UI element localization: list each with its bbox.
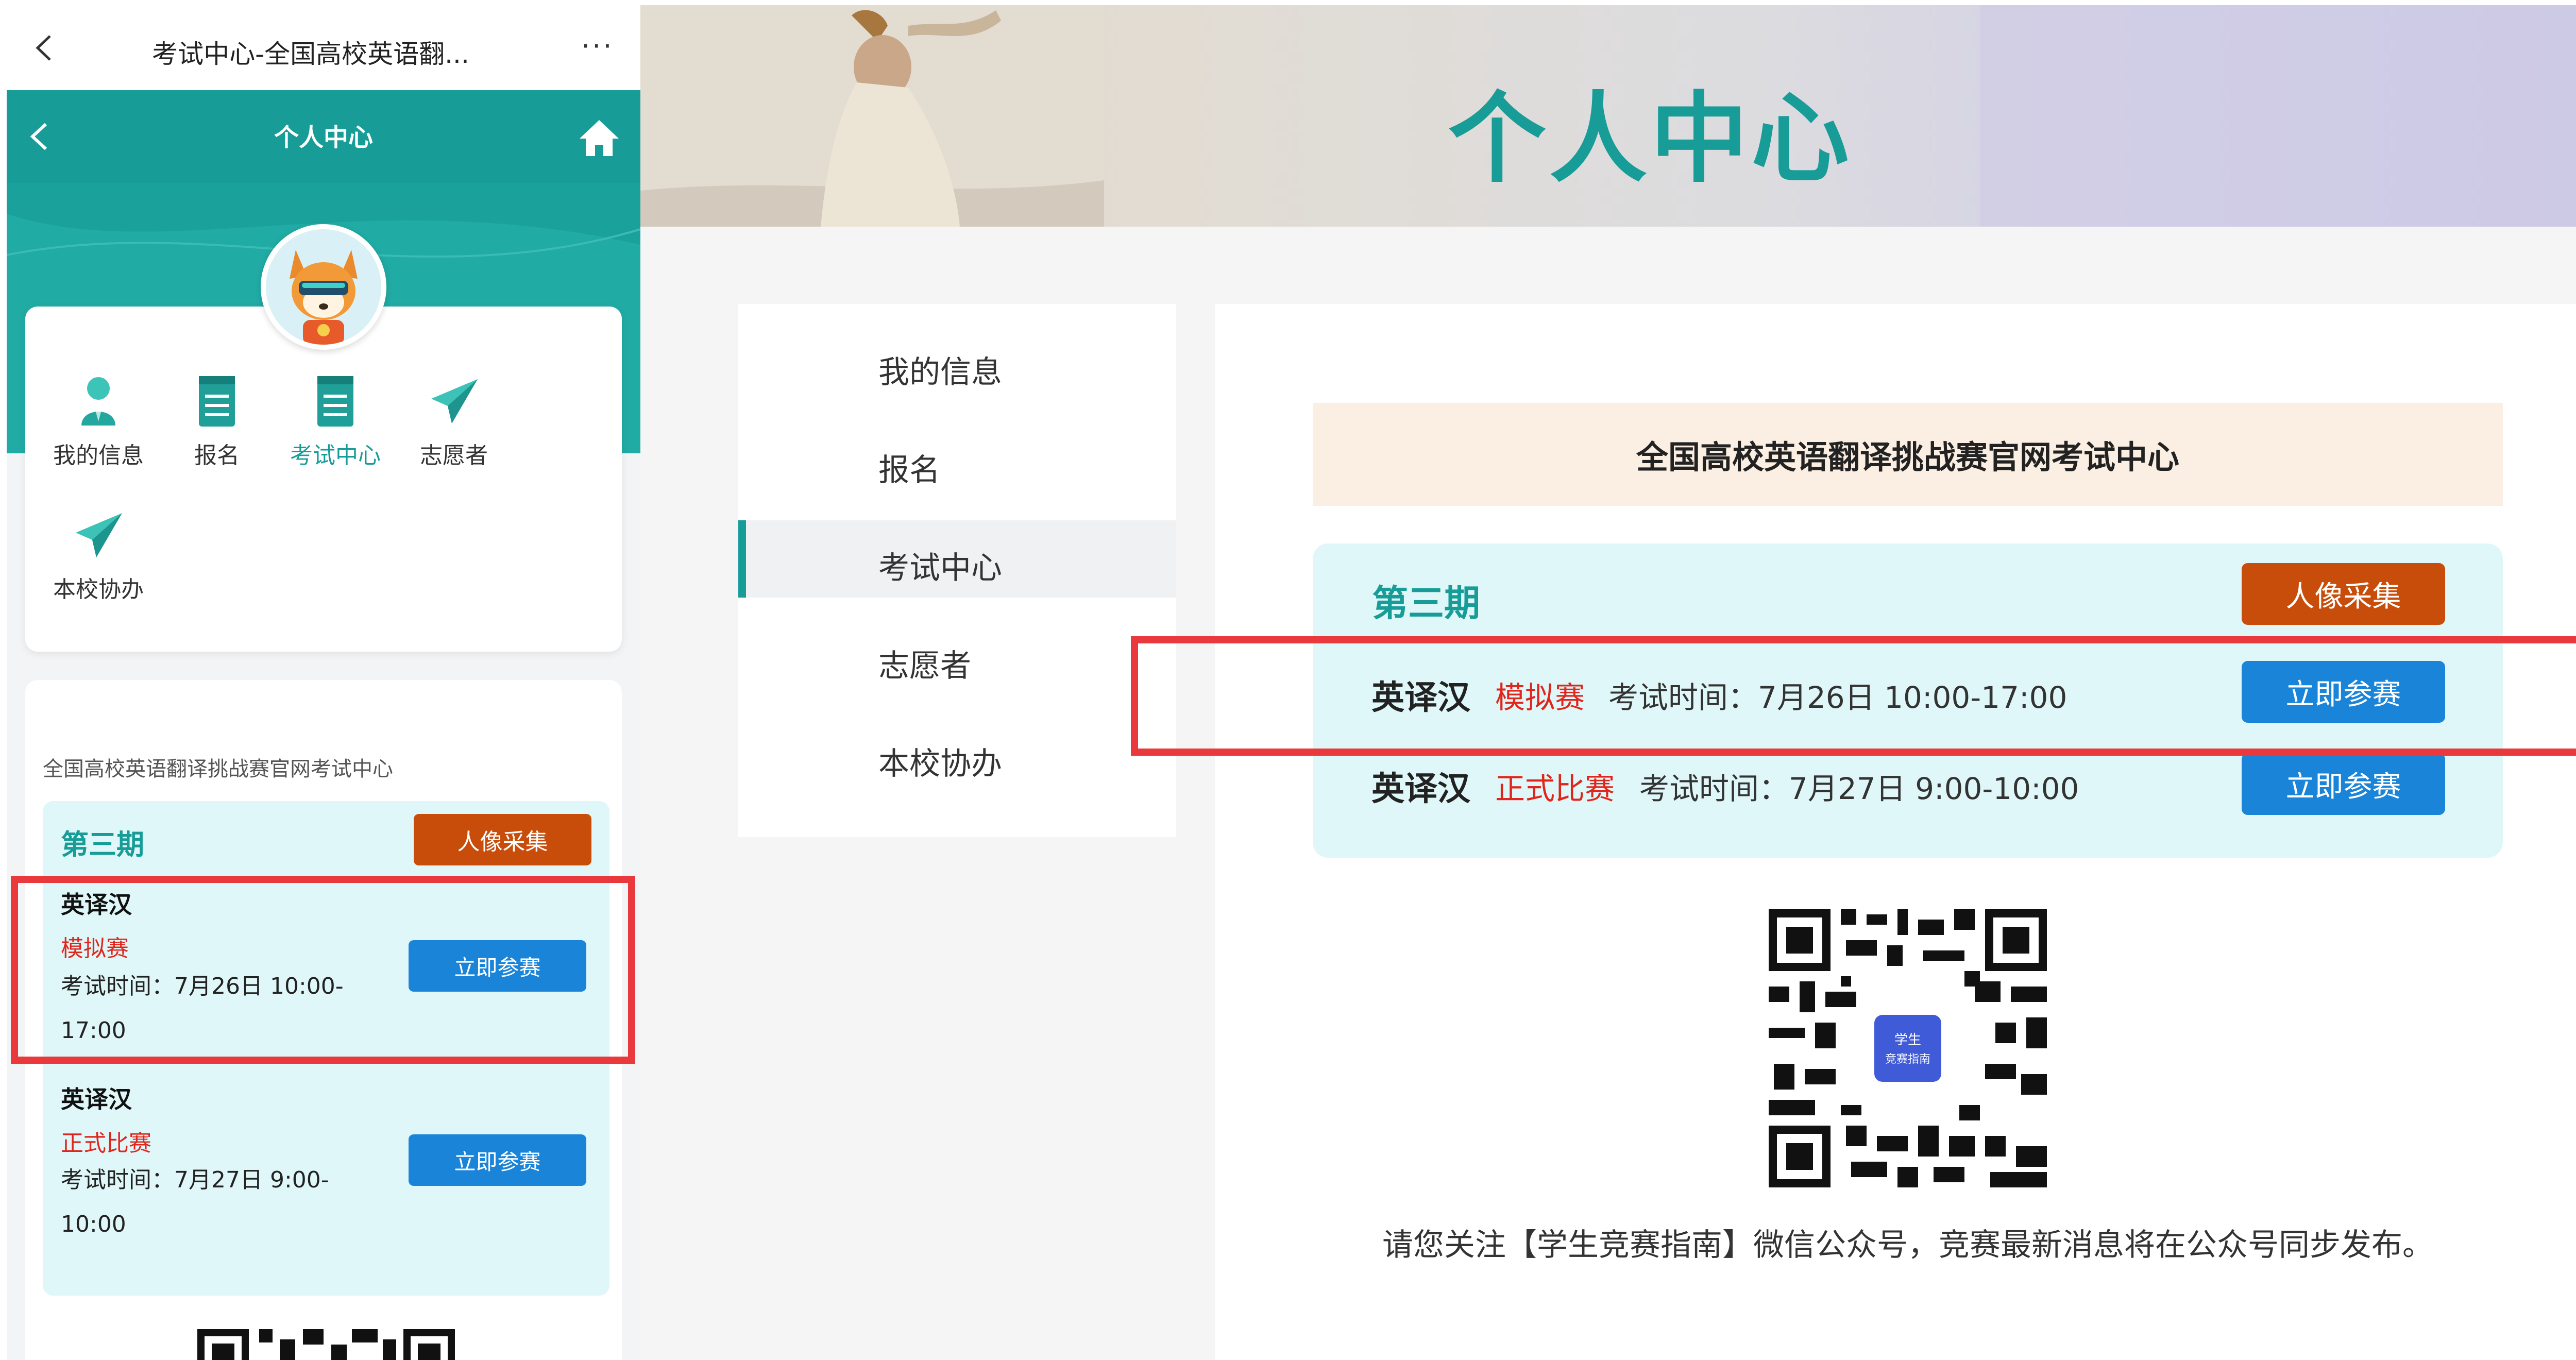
exam-center-title: 全国高校英语翻译挑战赛官网考试中心: [1313, 403, 2503, 506]
header-title: 个人中心: [274, 123, 373, 152]
qr-code-partial: [197, 1329, 455, 1360]
menu-item-register[interactable]: 报名: [158, 376, 276, 470]
menu-label: 我的信息: [53, 443, 144, 469]
photo-capture-button[interactable]: 人像采集: [2242, 563, 2445, 625]
sidebar-item-label: 志愿者: [878, 648, 971, 684]
banner: 个人中心: [640, 5, 2576, 227]
mobile-menu-card: 我的信息 报名 考试中心 志愿者 本校协办: [25, 307, 622, 652]
exam-type: 正式比赛: [1495, 771, 1615, 806]
user-icon: [81, 377, 115, 426]
exam-name: 英译汉: [1371, 770, 1470, 808]
menu-item-school-coorganizer[interactable]: 本校协办: [39, 510, 158, 604]
notepad-icon: [199, 376, 235, 427]
menu-label: 本校协办: [53, 576, 144, 603]
menu-label: 报名: [194, 443, 240, 469]
follow-notice-text: 请您关注【学生竞赛指南】微信公众号，竞赛最新消息将在公众号同步发布。: [1382, 1227, 2433, 1263]
join-formal-exam-button[interactable]: 立即参赛: [409, 1134, 586, 1186]
menu-label-active: 考试中心: [290, 443, 381, 469]
exam-time: 考试时间：7月27日 9:00-10:00: [61, 1167, 329, 1237]
mobile-header: 个人中心: [7, 90, 640, 183]
menu-item-volunteer[interactable]: 志愿者: [395, 376, 513, 470]
exam-center-title: 全国高校英语翻译挑战赛官网考试中心: [43, 757, 393, 781]
home-icon[interactable]: [579, 118, 620, 157]
sidebar-item-my-info[interactable]: 我的信息: [738, 325, 1176, 402]
back-icon[interactable]: [31, 34, 59, 62]
photo-capture-button[interactable]: 人像采集: [414, 814, 591, 865]
wechat-qr-code[interactable]: 学生 竞赛指南: [1769, 909, 2047, 1187]
paper-plane-icon: [76, 513, 122, 557]
exam-time: 考试时间：7月27日 9:00-10:00: [1639, 771, 2079, 806]
sidebar-item-school-coorganizer[interactable]: 本校协办: [738, 716, 1176, 793]
mobile-page-title: 考试中心-全国高校英语翻...: [152, 39, 469, 69]
sidebar-item-label: 考试中心: [878, 550, 1002, 586]
menu-label: 志愿者: [420, 443, 488, 469]
sidebar-item-label: 本校协办: [878, 746, 1002, 782]
more-icon[interactable]: ···: [581, 32, 614, 60]
sidebar-item-label: 报名: [878, 452, 940, 488]
avatar[interactable]: [261, 224, 386, 350]
mobile-view: 考试中心-全国高校英语翻... ··· 个人中心 我的信息 报名 考试中心 志愿…: [7, 5, 640, 1360]
qr-logo-subtext: 竞赛指南: [1885, 1053, 1930, 1066]
notepad-icon: [317, 376, 353, 427]
shiba-avatar-icon: [266, 229, 381, 345]
menu-item-exam-center[interactable]: 考试中心: [276, 376, 395, 470]
exam-name: 英译汉: [61, 1085, 132, 1113]
period-title: 第三期: [61, 828, 144, 861]
menu-item-my-info[interactable]: 我的信息: [39, 376, 158, 470]
sidebar-item-volunteer[interactable]: 志愿者: [738, 618, 1176, 695]
sidebar-item-label: 我的信息: [878, 354, 1002, 390]
mobile-top-bar: 考试中心-全国高校英语翻... ···: [7, 5, 640, 90]
sidebar-item-register[interactable]: 报名: [738, 422, 1176, 500]
paper-plane-icon: [431, 379, 478, 423]
exam-type: 正式比赛: [61, 1130, 151, 1157]
sidebar-item-exam-center[interactable]: 考试中心: [738, 520, 1176, 598]
highlight-box: [1131, 636, 2576, 756]
banner-title: 个人中心: [1448, 82, 1852, 196]
join-formal-exam-button[interactable]: 立即参赛: [2242, 753, 2445, 815]
period-title: 第三期: [1372, 582, 1480, 624]
qr-logo-text: 学生: [1894, 1032, 1921, 1048]
highlight-box: [11, 876, 635, 1064]
sidebar-nav: 我的信息 报名 考试中心 志愿者 本校协办: [738, 304, 1176, 837]
